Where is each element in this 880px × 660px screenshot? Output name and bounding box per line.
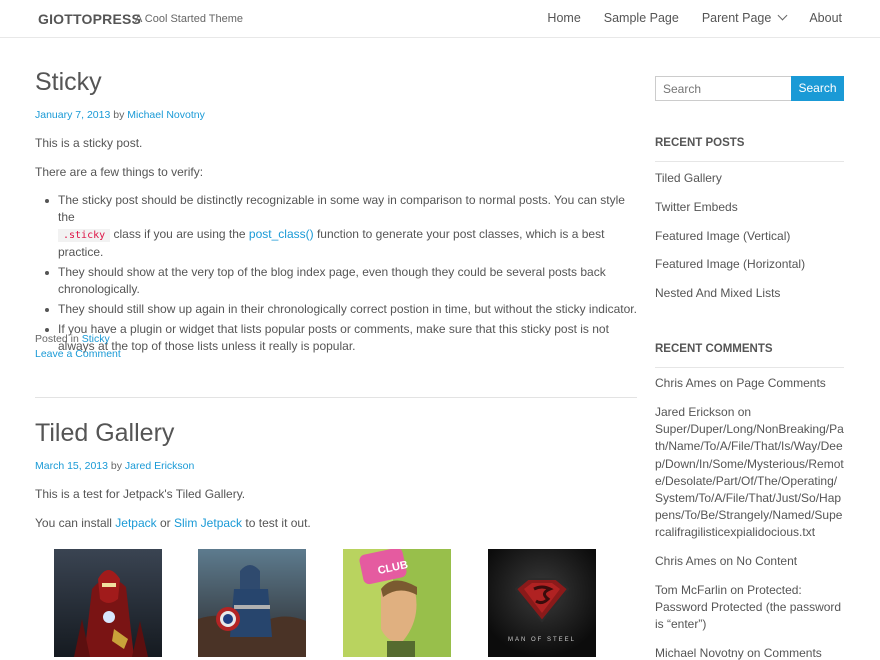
post-list: The sticky post should be distinctly rec… xyxy=(35,192,637,358)
text: or xyxy=(160,516,171,530)
post-title[interactable]: Sticky xyxy=(35,68,102,97)
text: You can install xyxy=(35,516,112,530)
jetpack-link[interactable]: Jetpack xyxy=(115,516,156,530)
leave-comment-link[interactable]: Leave a Comment xyxy=(35,348,121,360)
widget-divider xyxy=(655,367,844,368)
gallery-image-iron-man[interactable] xyxy=(54,549,162,657)
on-label: on xyxy=(719,376,734,390)
comment-post-link[interactable]: Super/Duper/Long/NonBreaking/Path/Name/T… xyxy=(655,421,845,541)
post-author[interactable]: Jared Erickson xyxy=(125,460,194,472)
post-author[interactable]: Michael Novotny xyxy=(127,109,205,121)
post-date[interactable]: January 7, 2013 xyxy=(35,109,110,121)
nav-about[interactable]: About xyxy=(809,11,842,25)
post-divider xyxy=(35,397,637,398)
post-date[interactable]: March 15, 2013 xyxy=(35,460,108,472)
list-item: If you have a plugin or widget that list… xyxy=(35,321,637,355)
gallery-image-captain-america[interactable] xyxy=(198,549,306,657)
recent-posts-title: RECENT POSTS xyxy=(655,137,745,149)
comment-author[interactable]: Michael Novotny xyxy=(655,646,744,660)
post-meta: January 7, 2013 by Michael Novotny xyxy=(35,109,205,121)
nav-parent-page-label: Parent Page xyxy=(701,11,772,25)
post-paragraph: You can install Jetpack or Slim Jetpack … xyxy=(35,516,311,530)
by-label: by xyxy=(113,109,125,121)
search-button[interactable]: Search xyxy=(791,76,844,101)
recent-post-link[interactable]: Tiled Gallery xyxy=(655,170,845,187)
list-item: They should show at the very top of the … xyxy=(35,264,637,298)
category-link[interactable]: Sticky xyxy=(82,333,110,345)
site-title[interactable]: GIOTTOPRESS xyxy=(38,11,141,27)
recent-comment: Michael Novotny on Comments xyxy=(655,645,845,660)
on-label: on xyxy=(747,646,761,660)
site-description: A Cool Started Theme xyxy=(135,13,244,25)
slim-jetpack-link[interactable]: Slim Jetpack xyxy=(174,516,242,530)
site-header: GIOTTOPRESS A Cool Started Theme Home Sa… xyxy=(0,0,880,38)
comment-author[interactable]: Tom McFarlin xyxy=(655,583,727,597)
list-item: They should still show up again in their… xyxy=(35,301,637,318)
list-text: class if you are using the xyxy=(113,227,246,241)
comment-author[interactable]: Chris Ames xyxy=(655,376,716,390)
post-meta: March 15, 2013 by Jared Erickson xyxy=(35,460,194,472)
post-paragraph: There are a few things to verify: xyxy=(35,165,204,179)
widget-divider xyxy=(655,161,844,162)
comment-post-link[interactable]: No Content xyxy=(736,554,797,568)
on-label: on xyxy=(719,554,734,568)
post-paragraph: This is a test for Jetpack's Tiled Galle… xyxy=(35,487,246,501)
nav-parent-page[interactable]: Parent Page xyxy=(701,10,788,25)
inline-code: .sticky xyxy=(58,229,111,242)
comment-author[interactable]: Chris Ames xyxy=(655,554,716,568)
image-caption: MAN OF STEEL xyxy=(508,637,576,643)
text: to test it out. xyxy=(245,516,311,530)
recent-post-link[interactable]: Twitter Embeds xyxy=(655,199,845,216)
recent-comment: Chris Ames on No Content xyxy=(655,553,845,570)
comment-post-link[interactable]: Page Comments xyxy=(736,376,825,390)
nav-sample-page[interactable]: Sample Page xyxy=(604,11,679,25)
recent-post-link[interactable]: Nested And Mixed Lists xyxy=(655,285,845,302)
post-title[interactable]: Tiled Gallery xyxy=(35,419,174,448)
primary-nav: Home Sample Page Parent Page About xyxy=(547,10,842,25)
comment-post-link[interactable]: Comments xyxy=(764,646,822,660)
recent-comments-title: RECENT COMMENTS xyxy=(655,343,773,355)
gallery-image-man-of-steel[interactable]: MAN OF STEEL xyxy=(488,549,596,657)
comment-author[interactable]: Jared Erickson xyxy=(655,405,734,419)
posted-in-label: Posted in xyxy=(35,333,79,345)
recent-post-link[interactable]: Featured Image (Horizontal) xyxy=(655,256,845,273)
recent-post-link[interactable]: Featured Image (Vertical) xyxy=(655,228,845,245)
post-categories: Posted in Sticky xyxy=(35,333,110,345)
on-label: on xyxy=(730,583,744,597)
recent-comment: Tom McFarlin on Protected: Password Prot… xyxy=(655,582,845,634)
recent-comment: Chris Ames on Page Comments xyxy=(655,375,845,392)
search-input[interactable] xyxy=(655,76,792,101)
list-item: The sticky post should be distinctly rec… xyxy=(35,192,637,261)
post-class-link[interactable]: post_class() xyxy=(249,227,314,241)
on-label: on xyxy=(737,405,752,419)
list-text: The sticky post should be distinctly rec… xyxy=(58,193,625,224)
by-label: by xyxy=(110,460,122,472)
gallery-image-fight-club[interactable]: CLUB xyxy=(343,549,451,657)
chevron-down-icon xyxy=(777,10,788,21)
post-paragraph: This is a sticky post. xyxy=(35,136,143,150)
nav-home[interactable]: Home xyxy=(547,11,580,25)
recent-comment: Jared Erickson on Super/Duper/Long/NonBr… xyxy=(655,404,845,542)
